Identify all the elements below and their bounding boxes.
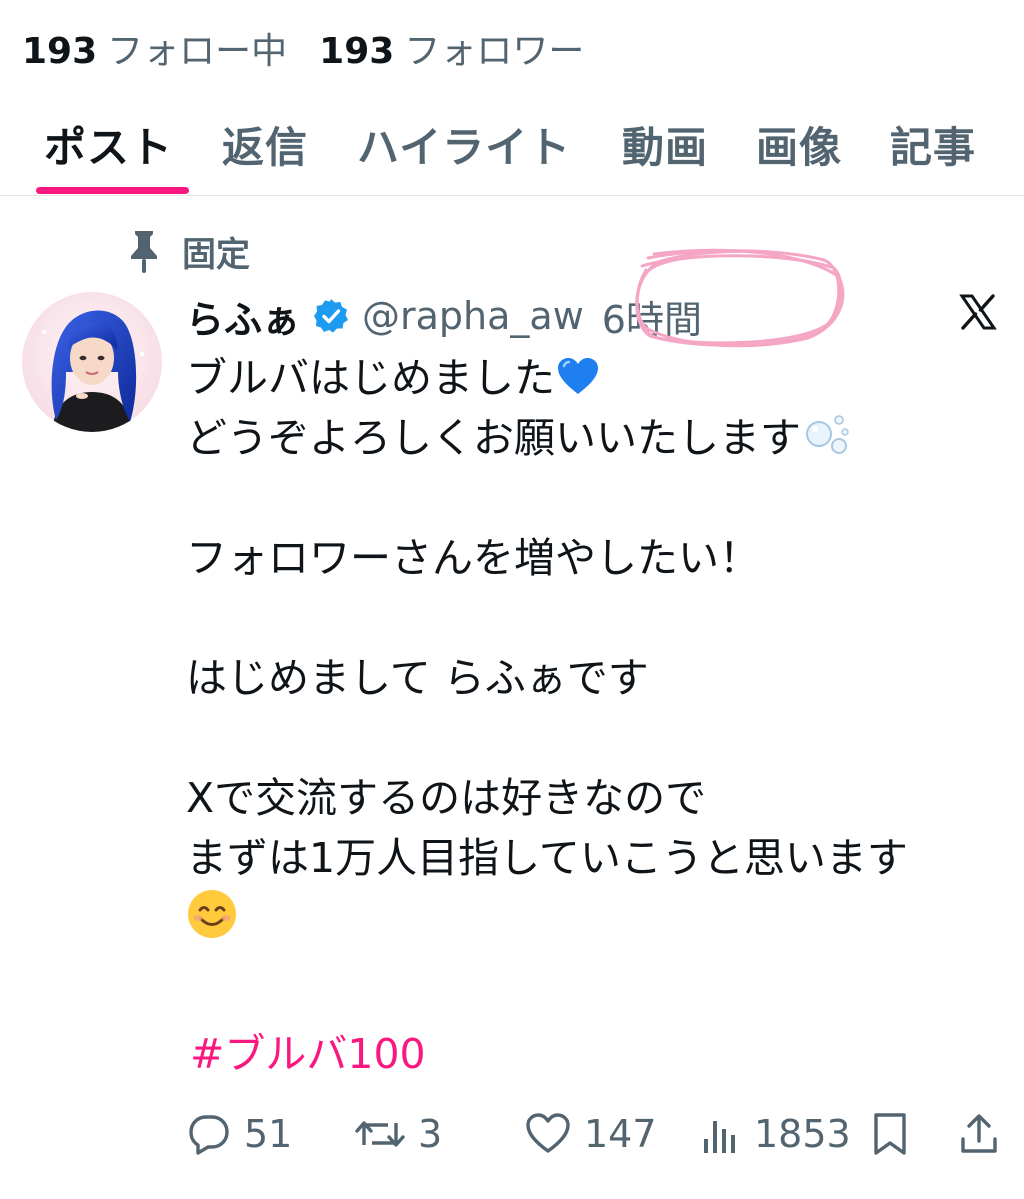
bubbles-icon	[801, 410, 851, 476]
post-line: まずは1万人目指していこうと思います	[186, 834, 908, 882]
smiling-face-icon	[186, 888, 238, 956]
following-label: フォロー中	[107, 31, 288, 72]
like-count: 147	[584, 1112, 657, 1156]
views-button[interactable]: 1853	[700, 1104, 851, 1164]
tab-images[interactable]: 画像	[756, 114, 842, 175]
post-line	[186, 888, 1006, 948]
post-line	[186, 708, 1006, 768]
bookmark-button[interactable]	[870, 1104, 910, 1164]
bookmark-icon	[870, 1111, 910, 1157]
reply-button[interactable]: 51	[186, 1104, 292, 1164]
blue-heart-icon	[555, 354, 601, 416]
tab-videos[interactable]: 動画	[622, 114, 708, 175]
post-body: ブルバはじめました どうぞよろしくお願いいたします フォロワーさんを増やしたい！…	[186, 348, 1006, 948]
reply-icon	[186, 1111, 232, 1157]
post-line: どうぞよろしくお願いいたします	[186, 408, 1006, 468]
followers-link[interactable]: 193 フォロワー	[319, 22, 584, 74]
post-line: フォロワーさんを増やしたい！	[186, 534, 760, 582]
post-line	[186, 588, 1006, 648]
tab-articles[interactable]: 記事	[890, 114, 976, 175]
repost-count: 3	[418, 1112, 443, 1156]
scribble-annotation	[635, 248, 845, 348]
post-header: らふぁ @rapha_aw 6時間	[186, 286, 702, 346]
tab-highlights[interactable]: ハイライト	[357, 114, 571, 175]
views-count: 1853	[754, 1112, 851, 1156]
following-link[interactable]: 193 フォロー中	[22, 22, 287, 74]
pinned-label: 固定	[182, 234, 250, 275]
verified-badge-icon	[312, 297, 350, 335]
author-handle[interactable]: @rapha_aw	[362, 294, 584, 338]
pin-icon	[124, 227, 164, 275]
like-button[interactable]: 147	[524, 1104, 657, 1164]
x-logo-icon[interactable]	[958, 292, 998, 332]
follow-stats: 193 フォロー中 193 フォロワー	[22, 18, 584, 78]
tabs-divider	[0, 195, 1024, 196]
share-icon	[958, 1111, 1000, 1157]
like-icon	[524, 1111, 572, 1157]
profile-tabs: ポスト 返信 ハイライト 動画 画像 記事	[0, 100, 1024, 196]
author-name[interactable]: らふぁ	[186, 289, 300, 344]
hashtag-link[interactable]: #ブルバ100	[190, 1026, 426, 1082]
active-tab-indicator	[36, 187, 189, 194]
share-button[interactable]	[958, 1104, 1000, 1164]
post-actions: 51 3 147 1853	[186, 1104, 1006, 1164]
post-line: Xで交流するのは好きなので	[186, 774, 707, 822]
reply-count: 51	[244, 1112, 293, 1156]
followers-count: 193	[319, 31, 395, 72]
post-line: はじめまして らふぁです	[186, 654, 649, 702]
views-icon	[700, 1111, 742, 1157]
followers-label: フォロワー	[404, 31, 585, 72]
tab-posts[interactable]: ポスト	[44, 114, 173, 175]
repost-button[interactable]: 3	[354, 1104, 442, 1164]
avatar[interactable]	[22, 292, 162, 432]
repost-icon	[354, 1111, 406, 1157]
post-line: ブルバはじめました	[186, 348, 1006, 408]
tab-replies[interactable]: 返信	[222, 114, 308, 175]
pinned-indicator: 固定	[124, 226, 250, 276]
following-count: 193	[22, 31, 98, 72]
post-line	[186, 468, 1006, 528]
